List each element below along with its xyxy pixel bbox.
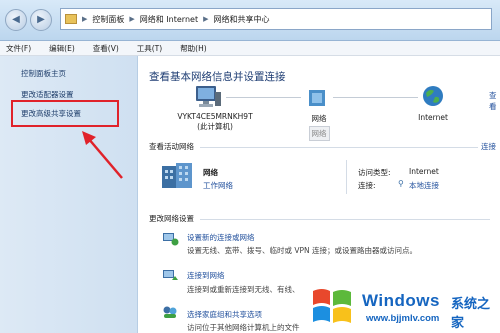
node-computer-sub: (此计算机) (197, 122, 233, 131)
address-bar-area: ◀ ▶ ▶ 控制面板 ▶ 网络和 Internet ▶ 网络和共享中心 (0, 0, 500, 41)
connector-line (226, 97, 301, 98)
address-field[interactable]: ▶ 控制面板 ▶ 网络和 Internet ▶ 网络和共享中心 (60, 8, 492, 30)
local-connection-link[interactable]: 本地连接 (409, 180, 439, 191)
connect-to-network-desc: 连接到或重新连接到无线、有线、 (187, 285, 300, 294)
access-type-value: Internet (409, 167, 439, 176)
chevron-right-icon: ▶ (203, 15, 209, 23)
menu-file[interactable]: 文件(F) (6, 43, 31, 54)
connect-disconnect-link[interactable]: 连接 (481, 141, 496, 152)
globe-icon[interactable] (421, 84, 445, 108)
highlight-box (11, 100, 119, 127)
node-network-label: 网络 (311, 114, 327, 123)
connector-line (333, 97, 418, 98)
folder-icon (65, 14, 77, 24)
work-network-icon (162, 163, 192, 188)
homegroup-link[interactable]: 选择家庭组和共享选项 (187, 309, 262, 320)
watermark-url: www.bjjmlv.com (366, 313, 440, 324)
forward-icon[interactable]: ▶ (30, 9, 52, 31)
watermark-cn: 系统之家 (451, 297, 491, 331)
homegroup-desc: 访问位于其他网络计算机上的文件 (187, 323, 300, 332)
breadcrumb-network-internet[interactable]: 网络和 Internet (140, 14, 198, 25)
menu-bar: 文件(F) 编辑(E) 查看(V) 工具(T) 帮助(H) (0, 41, 500, 56)
red-arrow-icon (82, 131, 123, 179)
node-network[interactable]: 网络 网络 (296, 113, 342, 141)
sidebar-item-home[interactable]: 控制面板主页 (21, 68, 66, 79)
connect-network-icon (163, 270, 178, 280)
breadcrumb-control-panel[interactable]: 控制面板 (92, 14, 124, 25)
node-internet-label: Internet (418, 113, 448, 122)
setup-connection-link[interactable]: 设置新的连接或网络 (187, 232, 255, 243)
ethernet-icon: ⚲ (398, 179, 404, 188)
menu-edit[interactable]: 编辑(E) (49, 43, 75, 54)
connections-label: 连接: (358, 181, 376, 190)
menu-help[interactable]: 帮助(H) (180, 43, 207, 54)
menu-tools[interactable]: 工具(T) (137, 43, 162, 54)
menu-view[interactable]: 查看(V) (93, 43, 119, 54)
back-icon[interactable]: ◀ (5, 9, 27, 31)
see-full-map-link[interactable]: 查看 (489, 90, 500, 112)
node-this-computer: VYKT4CE5MRNKH9T (此计算机) (160, 112, 270, 132)
computer-icon (196, 86, 221, 107)
sidebar-item-adapter[interactable]: 更改适配器设置 (21, 89, 74, 100)
breadcrumb-network-center[interactable]: 网络和共享中心 (213, 14, 269, 25)
windows-logo-watermark (313, 289, 351, 323)
node-computer-label: VYKT4CE5MRNKH9T (177, 112, 253, 121)
divider (200, 147, 478, 148)
network-type-link[interactable]: 工作网络 (203, 180, 233, 191)
chevron-right-icon: ▶ (82, 15, 88, 23)
page-title: 查看基本网络信息并设置连接 (149, 71, 286, 83)
homegroup-icon (163, 306, 177, 318)
network-icon[interactable] (305, 86, 331, 110)
access-type-label: 访问类型: (358, 168, 391, 177)
active-networks-header: 查看活动网络 (149, 142, 194, 151)
active-network-name: 网络 (203, 168, 218, 177)
change-settings-header: 更改网络设置 (149, 214, 194, 223)
new-connection-icon (163, 233, 179, 246)
connect-to-network-link[interactable]: 连接到网络 (187, 270, 225, 281)
watermark-brand: Windows (362, 291, 440, 310)
network-tooltip: 网络 (308, 126, 330, 141)
divider (346, 160, 347, 194)
setup-connection-desc: 设置无线、宽带、拨号、临时或 VPN 连接；或设置路由器或访问点。 (187, 246, 418, 255)
divider (200, 219, 490, 220)
chevron-right-icon: ▶ (129, 15, 135, 23)
